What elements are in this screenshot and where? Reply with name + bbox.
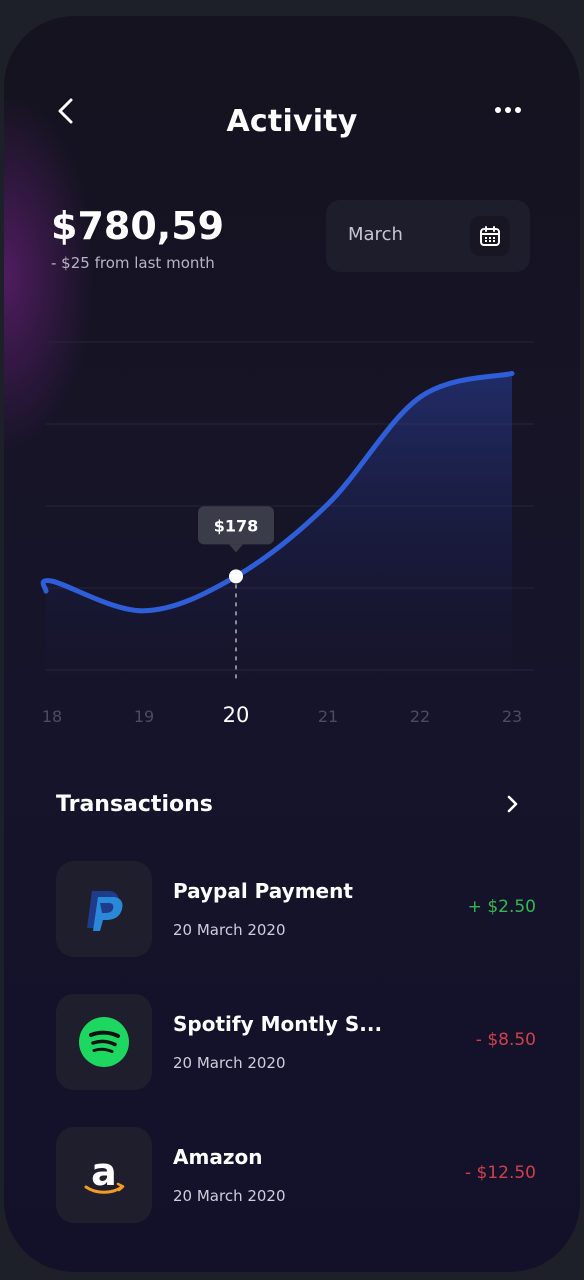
spotify-icon bbox=[79, 1017, 129, 1067]
chart-selected-point[interactable] bbox=[229, 569, 243, 584]
activity-screen: Activity $780,59 - $25 from last month M… bbox=[4, 16, 580, 1272]
transaction-date: 20 March 2020 bbox=[173, 921, 286, 939]
transaction-row-spotify[interactable]: Spotify Montly S... 20 March 2020 - $8.5… bbox=[56, 994, 536, 1090]
chart-x-tick-label[interactable]: 18 bbox=[42, 707, 62, 726]
transaction-amount: - $12.50 bbox=[464, 1163, 536, 1183]
transaction-name: Amazon bbox=[173, 1145, 263, 1169]
chart-x-tick-label[interactable]: 20 bbox=[223, 703, 250, 727]
paypal-icon bbox=[87, 891, 123, 931]
chart-x-tick-label[interactable]: 23 bbox=[502, 707, 522, 726]
balance-change-note: - $25 from last month bbox=[51, 254, 215, 272]
activity-chart[interactable]: $178 18 19 20 21 22 23 bbox=[4, 316, 580, 756]
chart-tooltip-value: $178 bbox=[214, 516, 259, 535]
transaction-name: Spotify Montly S... bbox=[173, 1012, 383, 1036]
chart-area-fill bbox=[43, 373, 512, 682]
chevron-right-icon bbox=[507, 795, 518, 813]
transaction-name: Paypal Payment bbox=[173, 879, 353, 903]
transactions-see-all-button[interactable] bbox=[500, 792, 524, 816]
calendar-icon bbox=[480, 226, 500, 246]
calendar-button[interactable] bbox=[470, 216, 510, 256]
transaction-row-amazon[interactable]: a Amazon 20 March 2020 - $12.50 bbox=[56, 1127, 536, 1223]
transaction-row-paypal[interactable]: Paypal Payment 20 March 2020 + $2.50 bbox=[56, 861, 536, 957]
chart-tooltip: $178 bbox=[198, 506, 274, 553]
transaction-date: 20 March 2020 bbox=[173, 1054, 286, 1072]
month-picker-value: March bbox=[348, 224, 403, 245]
more-options-button[interactable] bbox=[490, 100, 526, 120]
transaction-icon-box bbox=[56, 861, 152, 957]
amazon-icon: a bbox=[84, 1150, 125, 1194]
transactions-title: Transactions bbox=[56, 792, 213, 817]
chart-x-tick-label[interactable]: 21 bbox=[318, 707, 338, 726]
balance-amount: $780,59 bbox=[51, 204, 225, 248]
chart-x-tick-label[interactable]: 19 bbox=[134, 707, 154, 726]
svg-text:a: a bbox=[91, 1150, 117, 1194]
transaction-amount: + $2.50 bbox=[467, 897, 536, 917]
transaction-icon-box bbox=[56, 994, 152, 1090]
month-picker[interactable]: March bbox=[326, 200, 530, 272]
transaction-amount: - $8.50 bbox=[475, 1030, 536, 1050]
transaction-date: 20 March 2020 bbox=[173, 1187, 286, 1205]
more-horizontal-icon bbox=[495, 107, 521, 113]
chart-x-tick-label[interactable]: 22 bbox=[410, 707, 430, 726]
chart-tooltip-pointer bbox=[229, 544, 243, 553]
transaction-icon-box: a bbox=[56, 1127, 152, 1223]
